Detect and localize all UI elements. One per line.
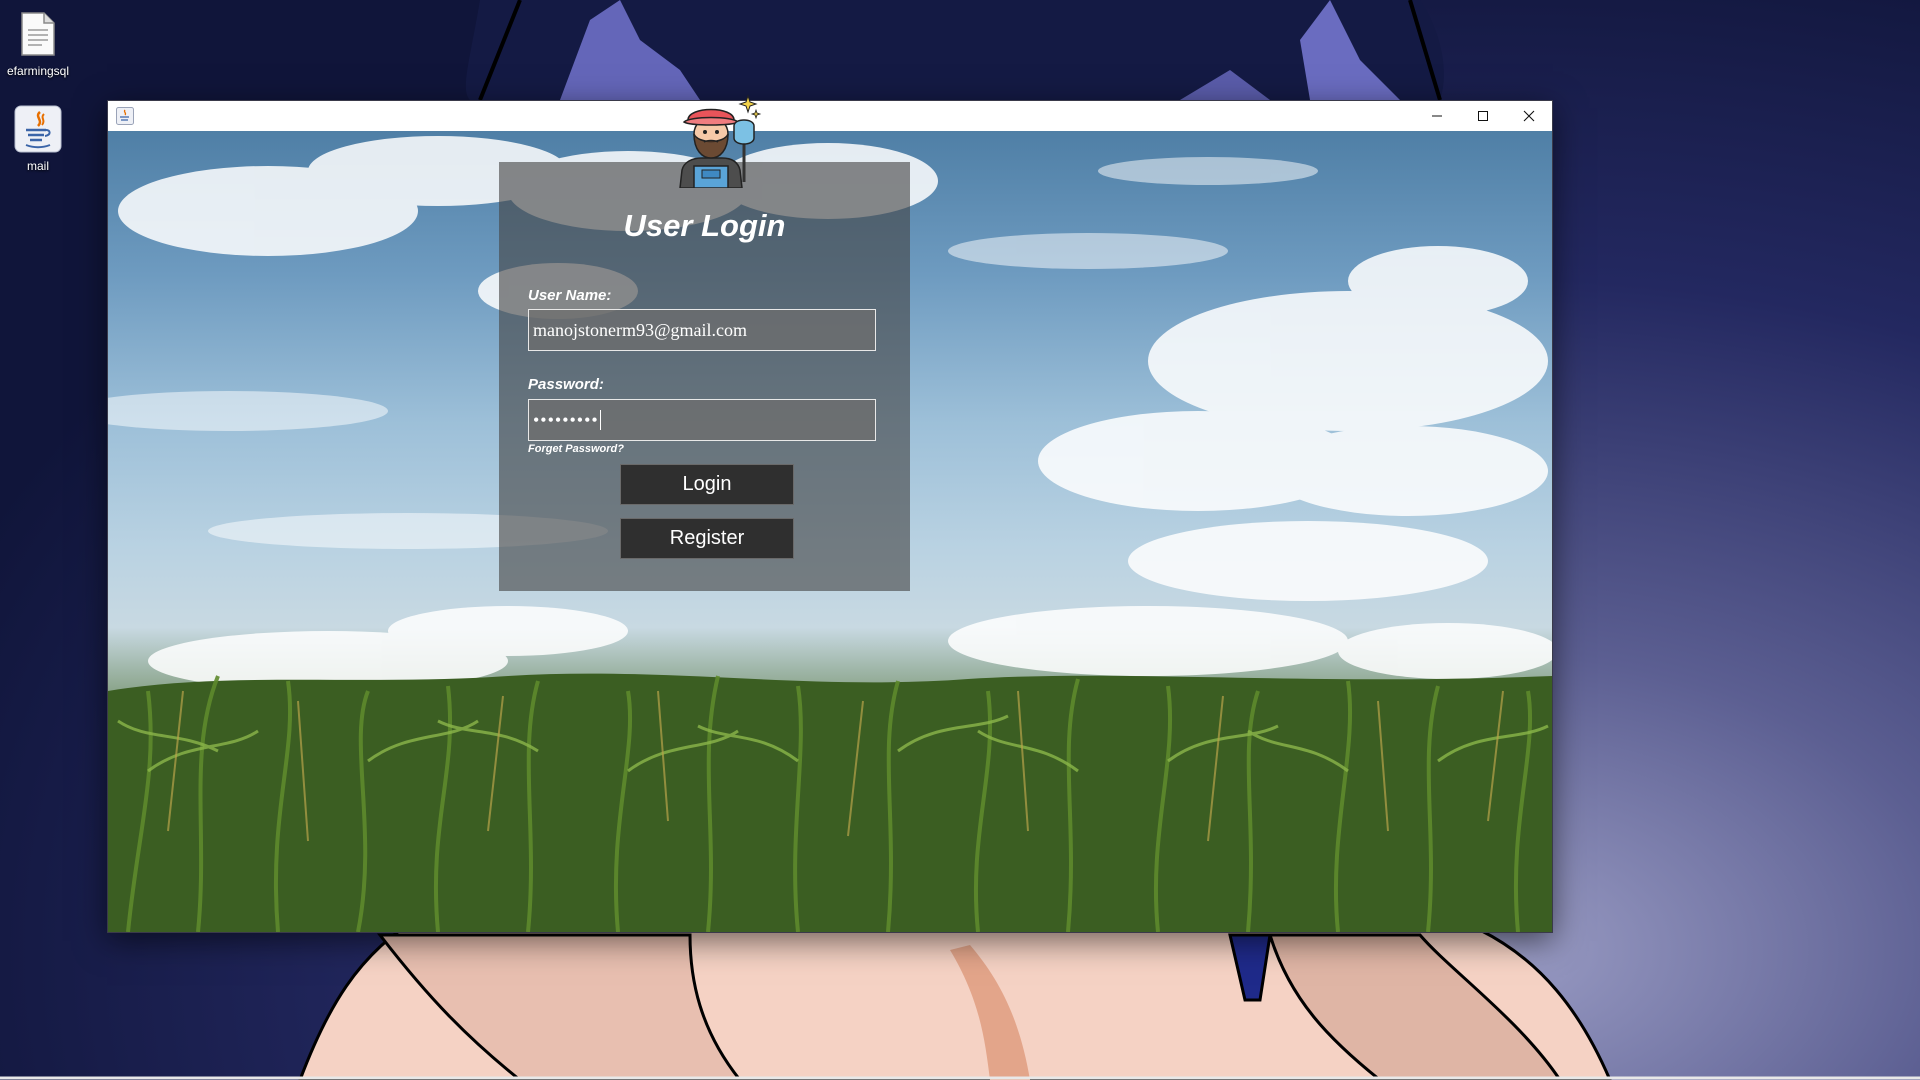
forgot-password-link[interactable]: Forget Password? (528, 443, 624, 455)
minimize-button[interactable] (1414, 101, 1460, 131)
java-icon (116, 107, 134, 125)
password-label: Password: (528, 376, 604, 393)
text-caret (599, 410, 601, 430)
title-bar[interactable] (108, 101, 1552, 131)
username-value: manojstonerm93@gmail.com (533, 319, 748, 340)
close-icon (1523, 110, 1535, 122)
document-icon (14, 8, 62, 60)
maximize-icon (1477, 110, 1489, 122)
desktop-icon-label: efarmingsql (6, 64, 70, 78)
login-button[interactable]: Login (620, 464, 794, 505)
desktop-icon-efarmingsql[interactable]: efarmingsql (1, 8, 75, 78)
window-controls (1414, 101, 1552, 131)
close-button[interactable] (1506, 101, 1552, 131)
desktop-icon-label: mail (26, 159, 49, 173)
username-field[interactable]: manojstonerm93@gmail.com (528, 309, 876, 351)
farmer-icon (668, 92, 764, 189)
password-value: ••••••••• (533, 409, 599, 430)
maximize-button[interactable] (1460, 101, 1506, 131)
username-label: User Name: (528, 287, 612, 304)
minimize-icon (1431, 110, 1443, 122)
java-icon (14, 103, 62, 155)
desktop-icon-mail[interactable]: mail (1, 103, 75, 173)
register-button[interactable]: Register (620, 518, 794, 559)
password-field[interactable]: ••••••••• (528, 399, 876, 441)
page-title: User Login (623, 208, 786, 243)
